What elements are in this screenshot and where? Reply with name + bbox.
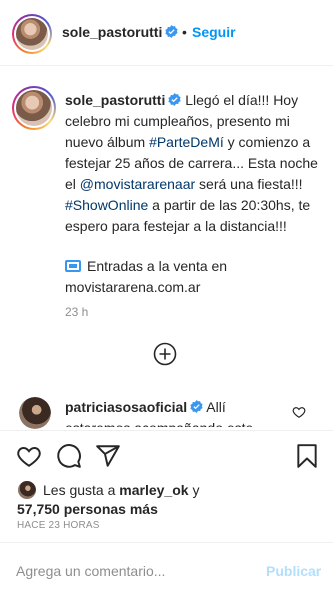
header-avatar[interactable] — [12, 14, 52, 54]
verified-badge-icon — [165, 25, 178, 38]
ticket-icon — [65, 260, 81, 272]
hashtag-link[interactable]: #ParteDeMí — [149, 134, 224, 150]
likes-prefix: Les gusta a — [43, 482, 120, 498]
caption-time[interactable]: 23 h — [65, 305, 88, 319]
comment-avatar[interactable] — [19, 397, 51, 429]
caption-avatar[interactable] — [12, 86, 56, 130]
comment-icon[interactable] — [56, 443, 82, 469]
separator-dot: • — [182, 24, 187, 40]
header-username-group: sole_pastorutti — [62, 24, 178, 40]
verified-badge-icon — [168, 93, 181, 106]
verified-badge-icon — [190, 400, 203, 413]
add-more-comments-icon[interactable] — [153, 342, 177, 366]
bookmark-icon[interactable] — [294, 443, 320, 469]
comment-item: patriciasosaoficial Allí estaremos acomp… — [65, 397, 290, 427]
heart-icon[interactable] — [16, 443, 42, 469]
comment-username[interactable]: patriciasosaoficial — [65, 399, 187, 415]
post-timestamp[interactable]: HACE 23 HORAS — [17, 520, 100, 531]
share-icon[interactable] — [95, 443, 121, 469]
comment-like-heart-icon[interactable] — [292, 405, 306, 419]
tickets-text: Entradas a la venta en movistararena.com… — [65, 258, 228, 295]
caption-username[interactable]: sole_pastorutti — [65, 92, 165, 108]
post-header: sole_pastorutti • Seguir — [0, 0, 333, 66]
likes-summary: Les gusta a marley_ok y 57,750 personas … — [17, 480, 317, 519]
header-username[interactable]: sole_pastorutti — [62, 24, 162, 40]
follow-button[interactable]: Seguir — [192, 24, 236, 40]
tickets-line: Entradas a la venta en movistararena.com… — [65, 256, 320, 298]
action-bar — [0, 430, 333, 480]
publish-button[interactable]: Publicar — [266, 563, 321, 579]
caption-text: será una fiesta!!! — [195, 176, 303, 192]
likes-count[interactable]: 57,750 personas más — [17, 501, 158, 517]
liker-avatar[interactable] — [17, 480, 37, 500]
comment-bar: Publicar — [0, 542, 333, 597]
likes-connector: y — [188, 482, 200, 498]
post-caption: sole_pastorutti Llegó el día!!! Hoy cele… — [65, 90, 320, 237]
hashtag-link[interactable]: #ShowOnline — [65, 197, 148, 213]
liker-username[interactable]: marley_ok — [119, 482, 188, 498]
comment-input[interactable] — [16, 559, 246, 583]
mention-link[interactable]: @movistararenaar — [80, 176, 195, 192]
